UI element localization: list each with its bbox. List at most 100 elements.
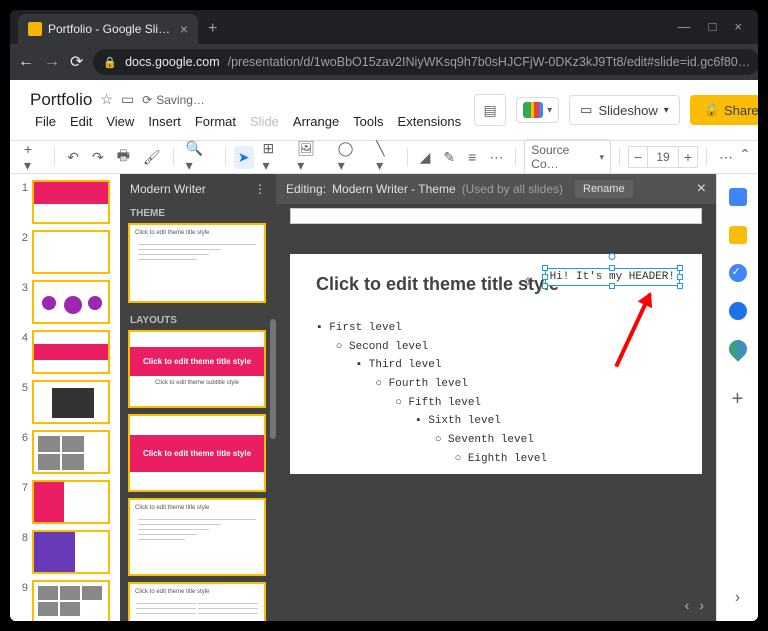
line-tool[interactable]: ╲ ▾ bbox=[372, 137, 399, 177]
border-weight-button[interactable]: ≡ bbox=[464, 146, 480, 168]
layout-thumb-title[interactable]: Click to edit theme title style Click to… bbox=[128, 330, 266, 408]
horizontal-ruler[interactable] bbox=[290, 208, 702, 224]
doc-title[interactable]: Portfolio bbox=[30, 90, 92, 110]
resize-handle-n[interactable] bbox=[609, 265, 615, 271]
font-family-select[interactable]: Source Co…▾ bbox=[524, 139, 611, 175]
reload-button[interactable]: ⟳ bbox=[70, 52, 83, 72]
main-area: 1 2 3 4 5 6 7 8 9 10 Modern Writer ⋮ THE… bbox=[10, 174, 758, 621]
address-bar: ← → ⟳ 🔒 docs.google.com /presentation/d/… bbox=[10, 44, 758, 80]
resize-handle-s[interactable] bbox=[609, 283, 615, 289]
close-editor-button[interactable]: × bbox=[697, 180, 706, 198]
resize-handle-e[interactable] bbox=[677, 274, 683, 280]
url-path: /presentation/d/1woBbO15zav2INiyWKsq9h7b… bbox=[228, 55, 751, 69]
slide-thumb-7[interactable] bbox=[32, 480, 110, 524]
slide-thumb-2[interactable] bbox=[32, 230, 110, 274]
zoom-button[interactable]: 🔍 ▾ bbox=[182, 137, 217, 177]
collapse-toolbar-button[interactable]: ˆ bbox=[742, 147, 748, 168]
contacts-icon[interactable] bbox=[729, 302, 747, 320]
font-size-value[interactable]: 19 bbox=[648, 146, 678, 168]
print-button[interactable]: 🖶 bbox=[113, 142, 134, 172]
redo-button[interactable]: ↷ bbox=[88, 146, 108, 169]
menu-arrange[interactable]: Arrange bbox=[288, 112, 344, 131]
new-tab-button[interactable]: + bbox=[208, 20, 217, 38]
minimize-icon[interactable]: — bbox=[678, 19, 691, 34]
add-addon-button[interactable]: + bbox=[732, 388, 744, 411]
paint-format-button[interactable]: 🖌 bbox=[139, 146, 165, 169]
keep-icon[interactable] bbox=[729, 226, 747, 244]
more-tools-button[interactable]: ⋯ bbox=[715, 146, 737, 169]
menu-format[interactable]: Format bbox=[190, 112, 241, 131]
collapse-sidepanel-button[interactable]: › bbox=[735, 589, 740, 607]
menu-file[interactable]: File bbox=[30, 112, 61, 131]
meet-button[interactable]: ▾ bbox=[516, 97, 559, 123]
shape-tool[interactable]: ◯ ▾ bbox=[334, 137, 367, 177]
resize-handle-ne[interactable] bbox=[677, 265, 683, 271]
forward-button[interactable]: → bbox=[44, 53, 60, 71]
close-window-icon[interactable]: × bbox=[734, 19, 742, 34]
menu-view[interactable]: View bbox=[101, 112, 139, 131]
share-button[interactable]: 🔒 Share bbox=[690, 95, 758, 125]
header-textbox-selected[interactable]: Hi! It's my HEADER! ⇕ bbox=[545, 268, 680, 286]
browser-tab[interactable]: Portfolio - Google Slides × bbox=[18, 14, 198, 44]
resize-handle-w[interactable] bbox=[542, 274, 548, 280]
menu-extensions[interactable]: Extensions bbox=[393, 112, 467, 131]
tasks-icon[interactable] bbox=[729, 264, 747, 282]
slide-thumb-3[interactable] bbox=[32, 280, 110, 324]
theme-menu-icon[interactable]: ⋮ bbox=[254, 182, 266, 196]
back-button[interactable]: ← bbox=[18, 53, 34, 71]
theme-body-placeholder[interactable]: ▪ First level ○ Second level ▪ Third lev… bbox=[316, 319, 676, 469]
window-controls: — □ × bbox=[678, 19, 750, 44]
rename-button[interactable]: Rename bbox=[575, 180, 633, 198]
image-tool[interactable]: 🖼 ▾ bbox=[293, 137, 328, 177]
calendar-icon[interactable] bbox=[729, 188, 747, 206]
slides-favicon bbox=[28, 22, 42, 36]
fill-color-button[interactable]: ◢ bbox=[416, 146, 435, 169]
menu-edit[interactable]: Edit bbox=[65, 112, 97, 131]
move-icon[interactable]: ▭ bbox=[121, 91, 134, 108]
theme-panel-header: Modern Writer ⋮ bbox=[120, 174, 276, 204]
tab-close-icon[interactable]: × bbox=[180, 21, 188, 37]
slide-thumb-8[interactable] bbox=[32, 530, 110, 574]
slide-thumb-1[interactable] bbox=[32, 180, 110, 224]
resize-handle-sw[interactable] bbox=[542, 283, 548, 289]
theme-section-label: THEME bbox=[128, 204, 268, 223]
slide-thumb-4[interactable] bbox=[32, 330, 110, 374]
url-host: docs.google.com bbox=[125, 55, 220, 69]
resize-handle-se[interactable] bbox=[677, 283, 683, 289]
menu-tools[interactable]: Tools bbox=[348, 112, 388, 131]
next-slide-button[interactable]: › bbox=[699, 597, 704, 613]
select-tool[interactable]: ➤ bbox=[234, 146, 254, 169]
slide-canvas[interactable]: Click to edit theme title style ▪ First … bbox=[290, 254, 702, 474]
comments-button[interactable]: ▤ bbox=[474, 94, 506, 126]
textbox-tool[interactable]: ⊞ ▾ bbox=[259, 137, 289, 177]
theme-panel: Modern Writer ⋮ THEME Click to edit them… bbox=[120, 174, 276, 621]
drag-handle-icon[interactable]: ⇕ bbox=[524, 273, 532, 290]
maximize-icon[interactable]: □ bbox=[709, 19, 717, 34]
border-color-button[interactable]: ✎ bbox=[439, 146, 459, 169]
menu-insert[interactable]: Insert bbox=[143, 112, 186, 131]
font-size-decrease[interactable]: − bbox=[628, 146, 648, 168]
layout-thumb-body[interactable]: Click to edit theme title style bbox=[128, 498, 266, 576]
filmstrip[interactable]: 1 2 3 4 5 6 7 8 9 10 bbox=[10, 174, 120, 621]
undo-button[interactable]: ↶ bbox=[63, 146, 83, 169]
prev-slide-button[interactable]: ‹ bbox=[685, 597, 690, 613]
layout-thumb-section[interactable]: Click to edit theme title style bbox=[128, 414, 266, 492]
url-field[interactable]: 🔒 docs.google.com /presentation/d/1woBbO… bbox=[93, 49, 758, 75]
slide-thumb-9[interactable] bbox=[32, 580, 110, 621]
maps-icon[interactable] bbox=[725, 336, 750, 361]
slide-thumb-6[interactable] bbox=[32, 430, 110, 474]
theme-master-thumb[interactable]: Click to edit theme title style bbox=[128, 223, 266, 303]
resize-handle-nw[interactable] bbox=[542, 265, 548, 271]
star-icon[interactable]: ☆ bbox=[100, 91, 113, 108]
side-panel: + › bbox=[716, 174, 758, 621]
slideshow-button[interactable]: ▭ Slideshow ▾ bbox=[569, 95, 680, 125]
font-size-increase[interactable]: + bbox=[678, 146, 698, 168]
meet-camera-icon bbox=[523, 102, 543, 118]
border-dash-button[interactable]: ⋯ bbox=[485, 146, 507, 169]
layout-thumb-two-col[interactable]: Click to edit theme title style bbox=[128, 582, 266, 621]
slides-app: Portfolio ☆ ▭ ⟳Saving… File Edit View In… bbox=[10, 80, 758, 621]
new-slide-button[interactable]: + ▾ bbox=[20, 138, 46, 177]
chevron-down-icon: ▾ bbox=[664, 105, 669, 116]
slide-thumb-5[interactable] bbox=[32, 380, 110, 424]
rotate-handle[interactable] bbox=[609, 253, 616, 260]
